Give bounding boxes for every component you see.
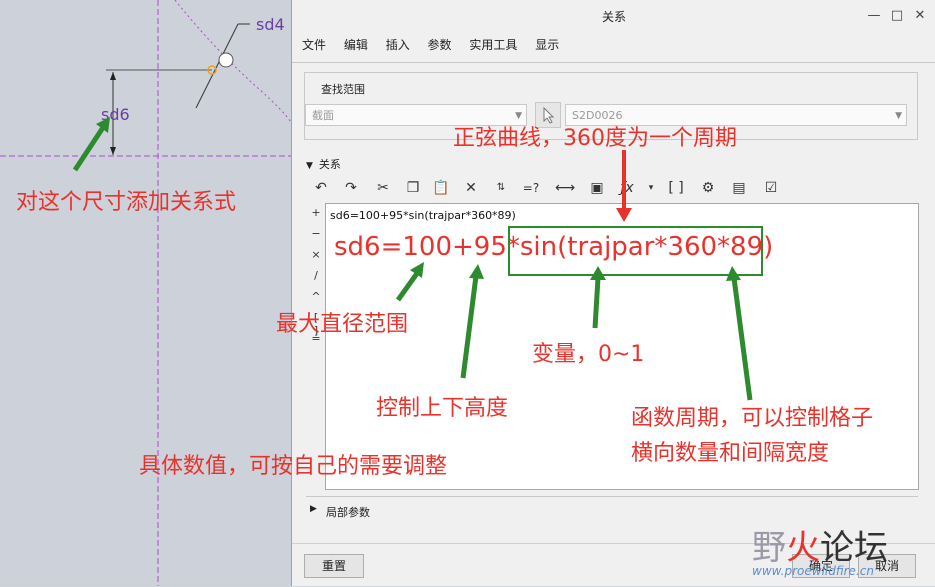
arrow-to-sd6	[72, 124, 107, 172]
watermark-text-left: 野	[752, 528, 786, 568]
forum-watermark: 野火论坛	[752, 520, 888, 569]
arrow-head-89	[726, 266, 741, 281]
arrow-to-100	[395, 270, 421, 302]
watermark-url: www.proewildfire.cn	[752, 564, 874, 578]
arrow-to-95	[460, 275, 479, 379]
watermark-fire: 火	[786, 528, 820, 568]
arrow-to-trajpar	[592, 277, 601, 329]
arrow-to-89	[731, 277, 753, 401]
arrow-head-sin	[616, 208, 632, 222]
annotation-arrows	[72, 117, 753, 401]
arrow-head-95	[469, 264, 484, 279]
arrow-head-trajpar	[590, 266, 606, 280]
watermark-text-right: 论坛	[820, 528, 888, 568]
